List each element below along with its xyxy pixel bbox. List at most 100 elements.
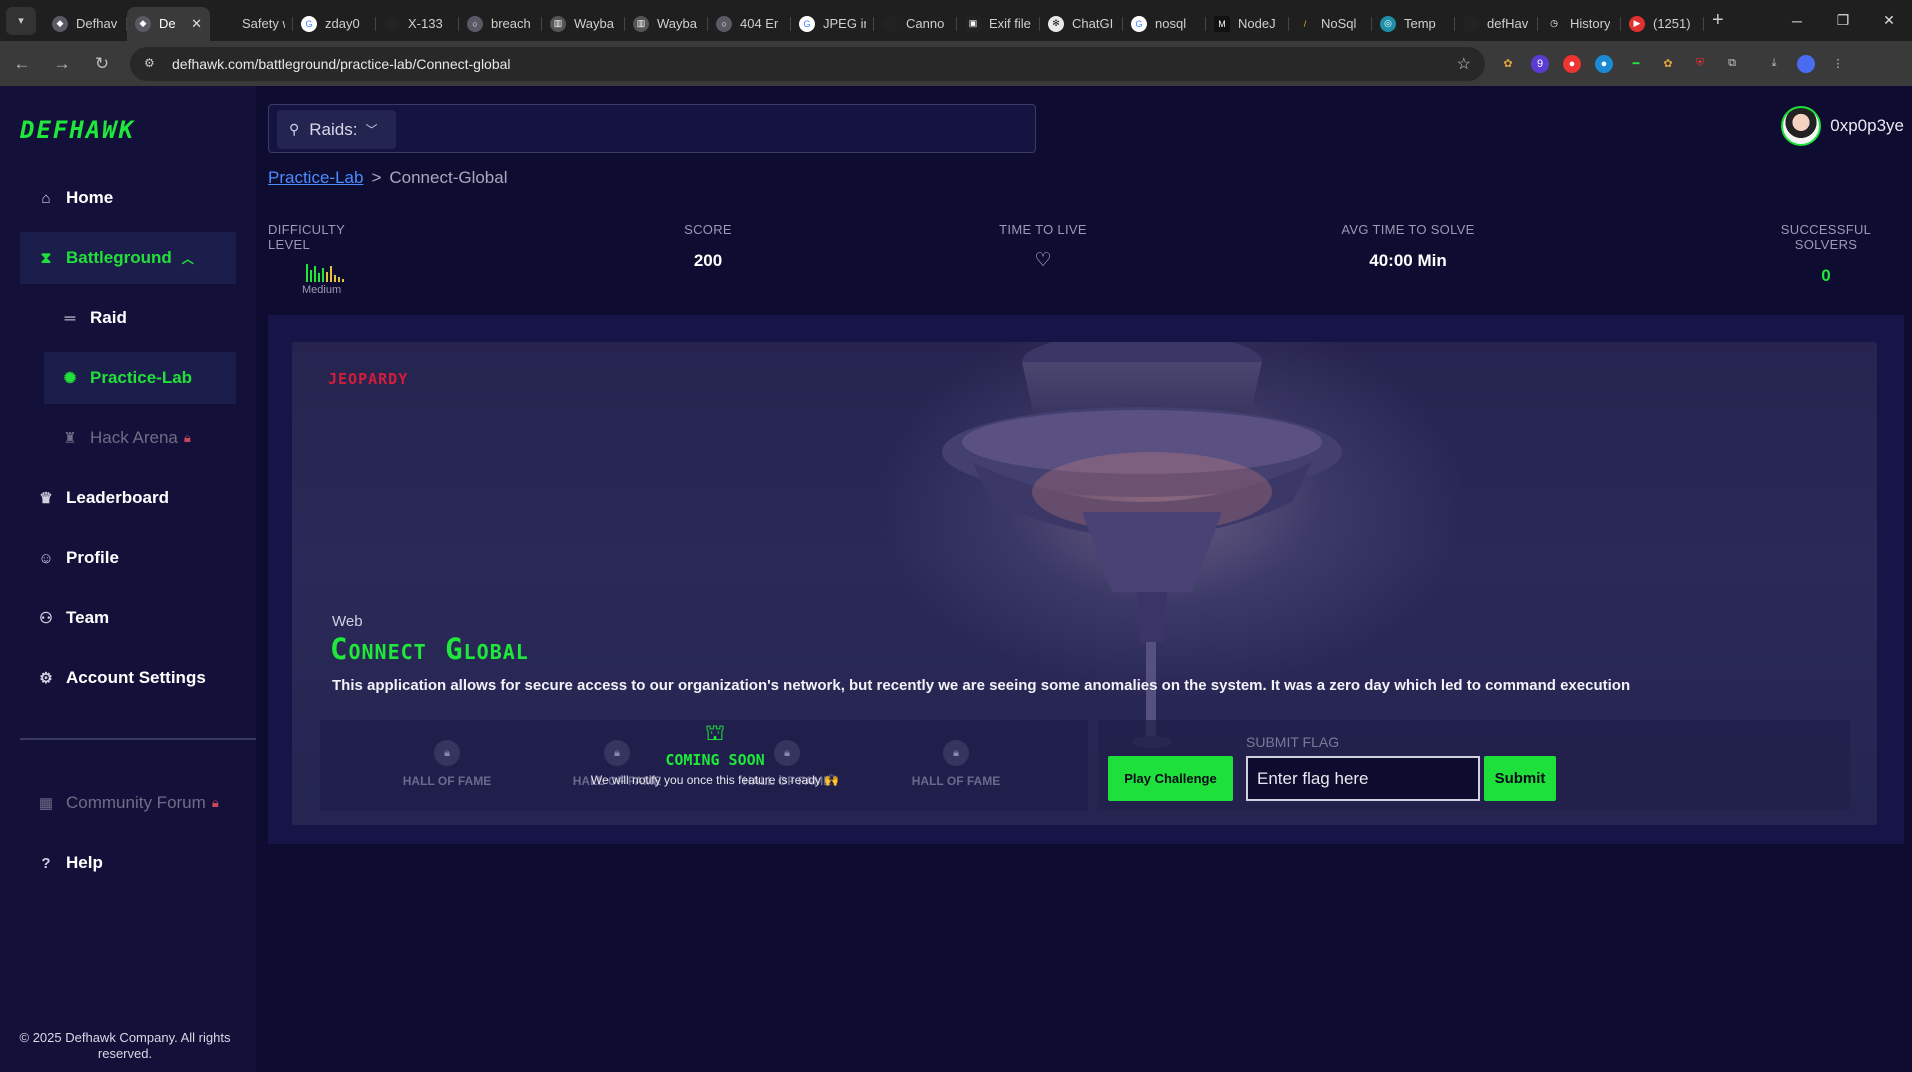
extension-shield-icon[interactable]: ⛨	[1691, 55, 1709, 73]
github-icon	[384, 15, 400, 32]
sidebar-item-home[interactable]: ⌂ Home	[20, 172, 236, 224]
sidebar-item-raid[interactable]: ═ Raid	[44, 292, 236, 344]
sidebar-item-practice-lab[interactable]: ✺ Practice-Lab	[44, 352, 236, 404]
browser-tab[interactable]: ◎ Temp	[1372, 7, 1455, 41]
flag-input[interactable]	[1246, 756, 1480, 801]
browser-tab[interactable]: G JPEG in	[791, 7, 874, 41]
close-window-icon[interactable]: ✕	[1866, 0, 1912, 41]
challenge-card: JEOPARDY Web Connect Global This applica…	[292, 342, 1877, 825]
chevron-down-icon: ﹀	[365, 123, 378, 137]
close-tab-icon[interactable]: ✕	[191, 16, 202, 32]
browser-tab[interactable]: defHav	[1455, 7, 1538, 41]
sidebar: DEFHAWK ⌂ Home ⧗ Battleground ︿ ═ Raid ✺ Prac…	[0, 86, 256, 1072]
sidebar-item-help[interactable]: ? Help	[20, 837, 236, 889]
sidebar-item-community-forum[interactable]: ▦ Community Forum 🔒︎	[20, 777, 236, 829]
heart-icon: ♡	[1034, 250, 1052, 271]
browser-tab[interactable]: X-133	[376, 7, 459, 41]
raid-icon: ═	[64, 309, 76, 327]
globe-icon: ○	[467, 15, 483, 32]
url-text: defhawk.com/battleground/practice-lab/Co…	[172, 55, 511, 72]
help-icon: ?	[41, 854, 51, 872]
sidebar-item-hack-arena[interactable]: ♜ Hack Arena 🔒︎	[44, 412, 236, 464]
window-controls: ─ ❐ ✕	[1774, 0, 1912, 41]
sidebar-item-leaderboard[interactable]: ♛ Leaderboard	[20, 472, 236, 524]
restore-icon[interactable]: ❐	[1820, 0, 1866, 41]
browser-tab[interactable]: ✻ ChatGI	[1040, 7, 1123, 41]
profile-icon[interactable]	[1797, 54, 1815, 73]
back-icon[interactable]: ←	[4, 46, 40, 82]
extension-pokeball-icon[interactable]: ●	[1563, 54, 1581, 73]
play-challenge-button[interactable]: Play Challenge	[1108, 756, 1233, 801]
search-bar[interactable]: ⚲ Raids: ﹀	[268, 104, 1036, 153]
google-icon: G	[301, 15, 317, 32]
browser-tab[interactable]: Gzday0	[293, 7, 376, 41]
downloads-icon[interactable]: ⤓	[1765, 55, 1783, 73]
breadcrumb: Practice-Lab > Connect-Global	[268, 168, 508, 188]
lock-icon: 🔒︎	[434, 740, 460, 766]
reload-icon[interactable]: ↻	[84, 46, 120, 82]
breadcrumb-link-practice-lab[interactable]: Practice-Lab	[268, 168, 363, 187]
challenge-banner-image	[942, 342, 1342, 748]
team-icon: ⚇	[39, 610, 53, 627]
browser-tab[interactable]: ▶ (1251)	[1621, 7, 1704, 41]
browser-tab-active[interactable]: ◆ De ✕	[127, 6, 210, 41]
forward-icon[interactable]: →	[44, 46, 80, 82]
difficulty-bars-icon	[296, 262, 354, 282]
extension-cookie-editor-icon[interactable]: ✿	[1659, 55, 1677, 73]
site-info-icon[interactable]: ⚙	[144, 56, 160, 72]
browser-tab[interactable]: Canno	[874, 7, 957, 41]
challenge-stats: DIFFICULTY LEVEL Medium SCORE 200 TIME T…	[268, 222, 1904, 296]
github-icon	[882, 15, 898, 32]
browser-tab[interactable]: Safety wam	[210, 7, 293, 41]
search-icon: ⚲	[289, 121, 300, 137]
lock-icon: 🔒︎	[211, 795, 219, 810]
browser-tab[interactable]: Gnosql	[1123, 7, 1206, 41]
browser-menu-icon[interactable]: ⋮	[1829, 55, 1847, 73]
home-icon: ⌂	[41, 189, 51, 207]
stat-avg-time: AVG TIME TO SOLVE 40:00 Min	[1341, 222, 1475, 270]
extension-cookie-icon[interactable]: ✿	[1499, 55, 1517, 73]
url-bar[interactable]: ⚙ defhawk.com/battleground/practice-lab/…	[130, 46, 1485, 81]
globe-icon: ○	[716, 15, 732, 32]
extensions-bar: ✿ 9 ● ● ━ ✿ ⛨ ⧉ ⤓ ⋮	[1499, 54, 1847, 73]
sidebar-item-team[interactable]: ⚇ Team	[20, 592, 236, 644]
browser-address-bar: ← → ↻ ⚙ defhawk.com/battleground/practic…	[0, 41, 1912, 86]
submit-flag-button[interactable]: Submit	[1484, 756, 1556, 801]
browser-tab[interactable]: ○ breach	[459, 7, 542, 41]
extension-globe-icon[interactable]: ●	[1595, 54, 1613, 73]
browser-tab[interactable]: M NodeJ	[1206, 7, 1289, 41]
exif-icon: ▣	[965, 15, 981, 32]
browser-tab[interactable]: ▥ Wayba	[542, 7, 625, 41]
tab-search-icon[interactable]: ▾	[6, 6, 36, 35]
minimize-icon[interactable]: ─	[1774, 0, 1820, 41]
archive-icon: ▥	[633, 15, 649, 32]
tab-strip: ◆Defhav ◆De✕ Safety wam Gzday0 X-133 ○br…	[44, 0, 1724, 41]
chevron-up-icon: ︿	[181, 251, 194, 266]
browser-tab[interactable]: ○ 404 Er	[708, 7, 791, 41]
browser-tab[interactable]: / NoSql	[1289, 7, 1372, 41]
leaderboard-icon: ♛	[39, 490, 53, 507]
sidebar-item-battleground[interactable]: ⧗ Battleground ︿	[20, 232, 236, 284]
profile-icon: ☺	[38, 549, 54, 567]
defhawk-logo[interactable]: DEFHAWK	[20, 116, 135, 144]
bookmark-star-icon[interactable]: ☆	[1457, 54, 1471, 74]
extensions-puzzle-icon[interactable]: ⧉	[1723, 55, 1741, 73]
user-menu[interactable]: 0xp0p3ye	[1781, 106, 1904, 146]
sidebar-item-account-settings[interactable]: ⚙ Account Settings	[20, 652, 236, 704]
new-tab-icon[interactable]: +	[1712, 9, 1724, 32]
google-icon: G	[799, 15, 815, 32]
raids-dropdown[interactable]: ⚲ Raids: ﹀	[277, 110, 396, 149]
browser-tab[interactable]: ◷ History	[1538, 7, 1621, 41]
hall-of-fame-slot: 🔒︎ HALL OF FAME	[372, 740, 522, 788]
browser-tab[interactable]: ▣ Exif file	[957, 7, 1040, 41]
extension-green-icon[interactable]: ━	[1627, 55, 1645, 73]
blank-icon	[218, 16, 234, 32]
avatar[interactable]	[1781, 106, 1822, 146]
sidebar-item-profile[interactable]: ☺ Profile	[20, 532, 236, 584]
challenge-category: Web	[332, 613, 363, 630]
extension-badge-icon[interactable]: 9	[1531, 54, 1549, 73]
history-icon: ◷	[1550, 18, 1558, 28]
stat-time-to-live: TIME TO LIVE ♡	[968, 222, 1118, 272]
browser-tab[interactable]: ◆ Defhav	[44, 7, 127, 41]
browser-tab[interactable]: ▥ Wayba	[625, 7, 708, 41]
